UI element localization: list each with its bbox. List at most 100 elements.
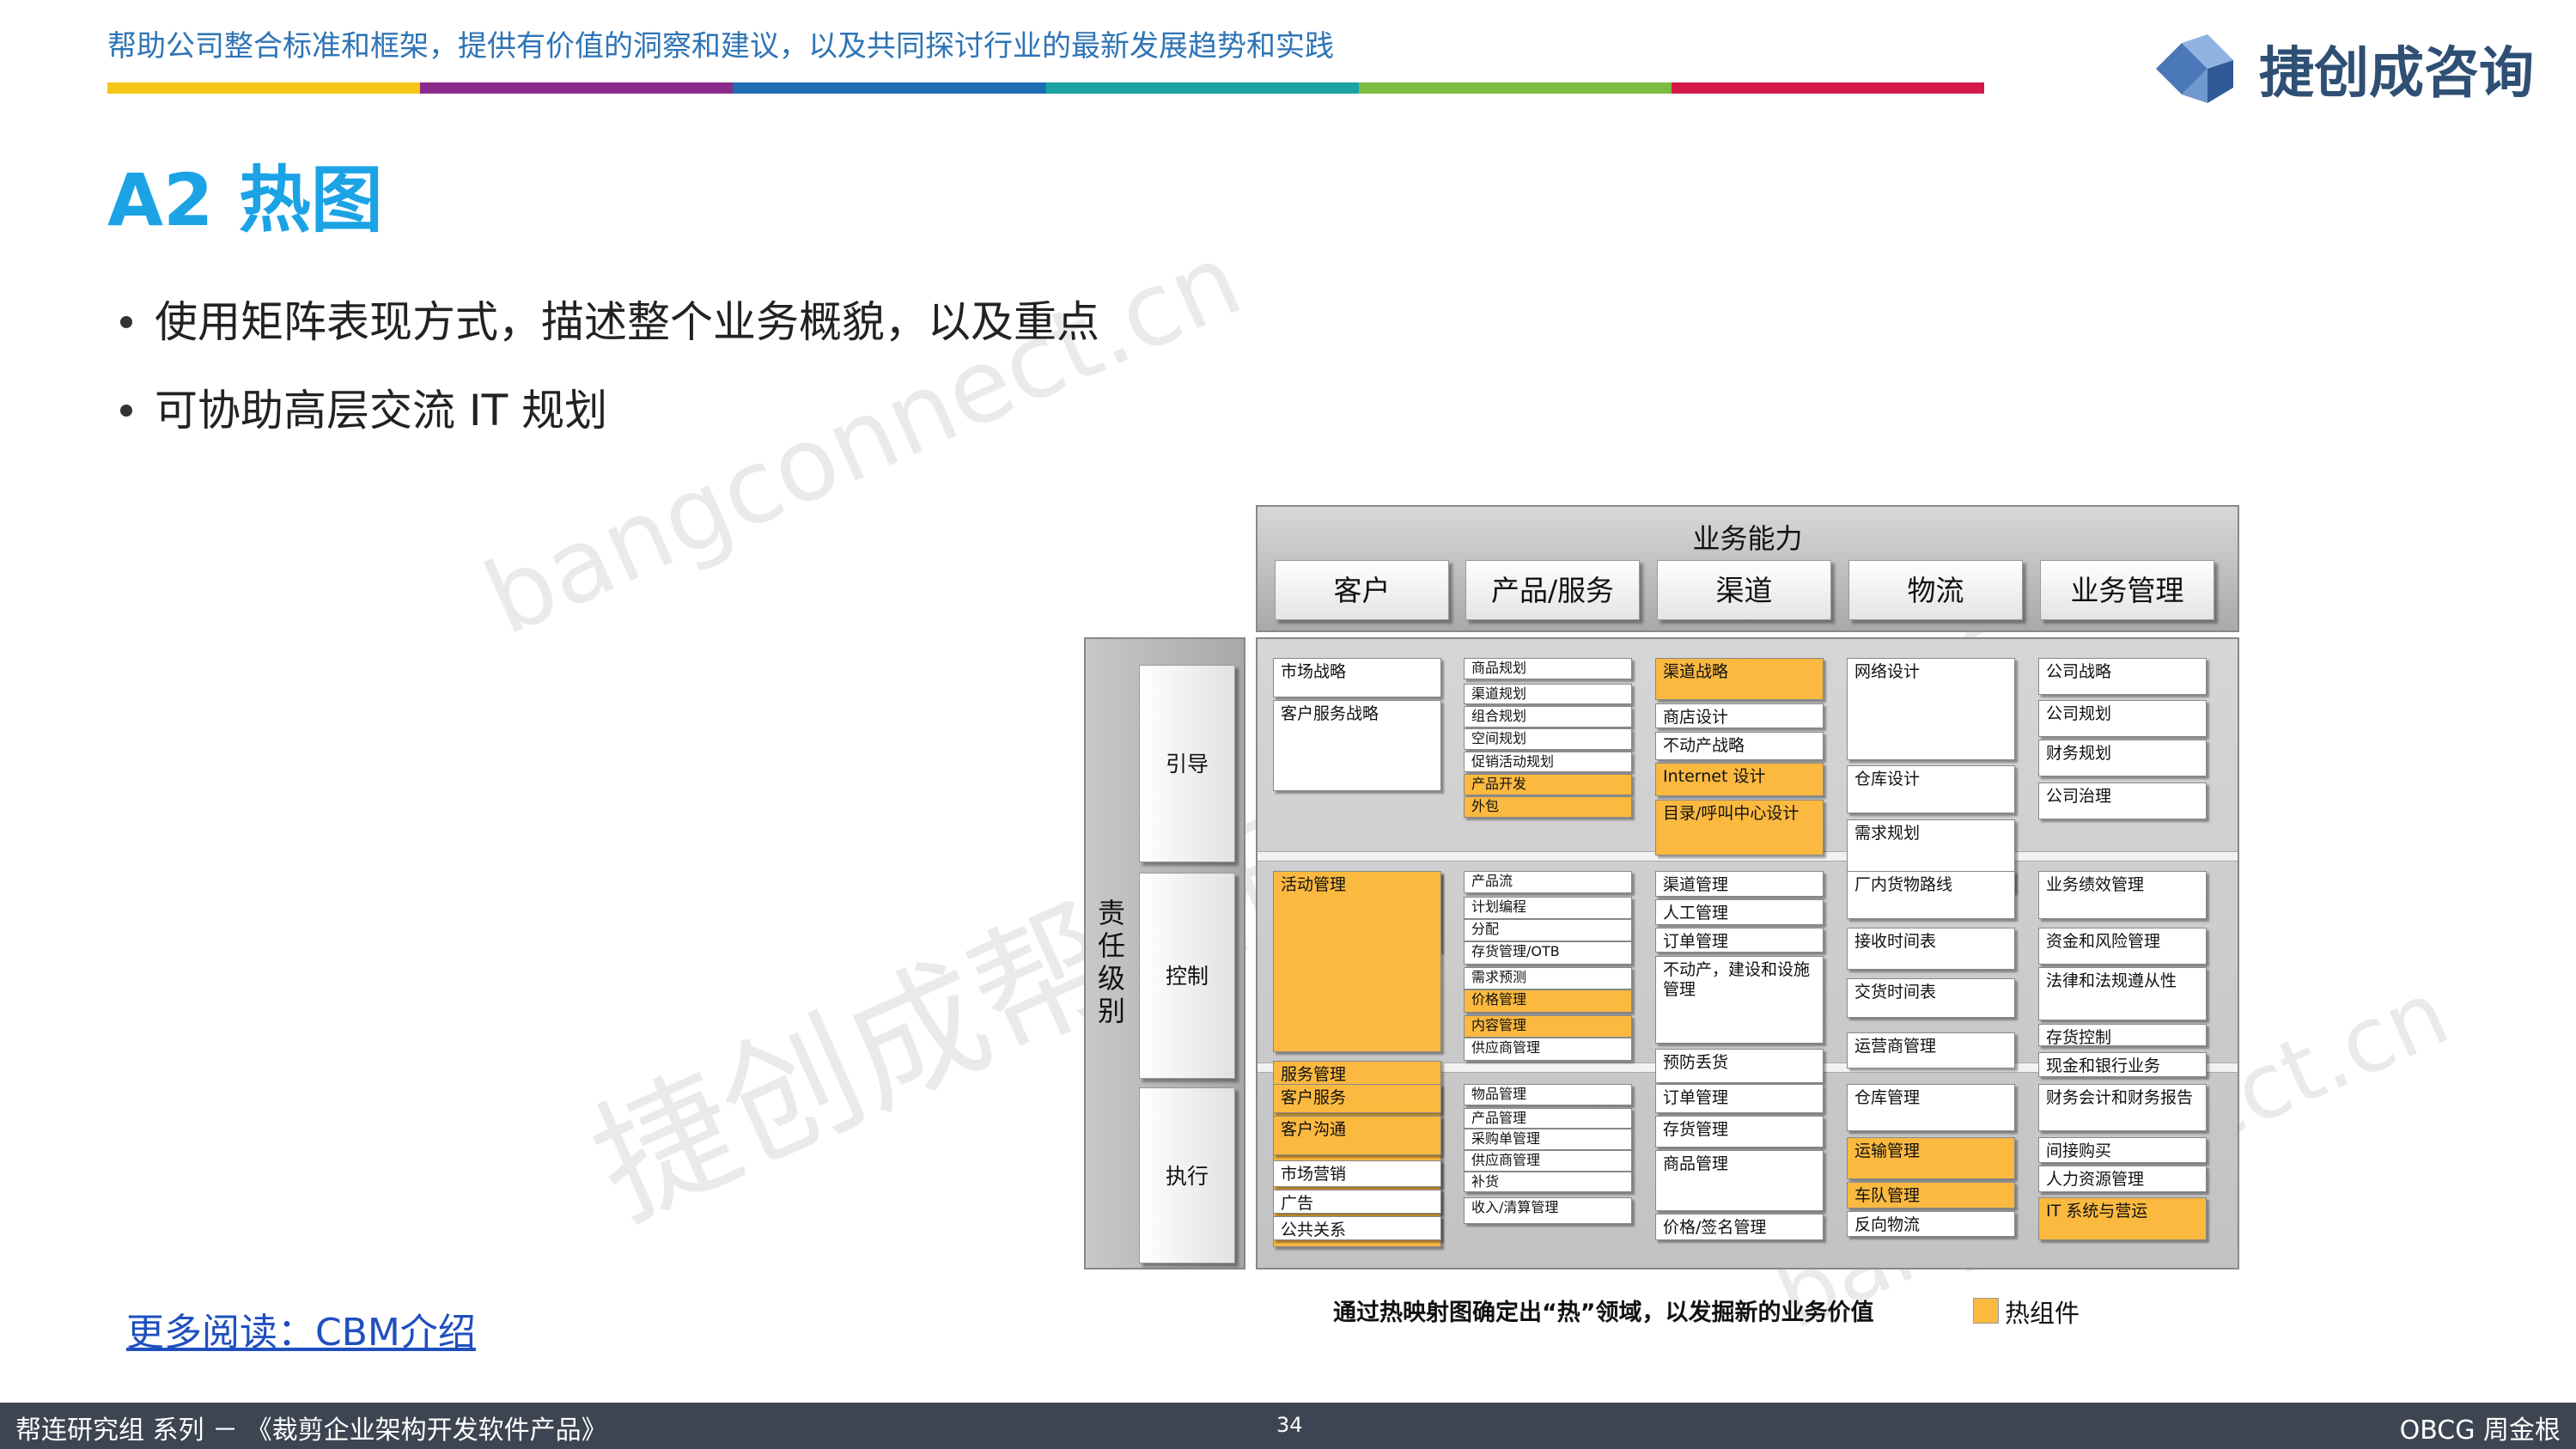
color-bar-segment [733,82,1046,94]
heatmap-cell-control-product: 计划编程 [1464,896,1632,919]
company-logo: 捷创成咨询 [2147,27,2534,110]
heatmap-cell-control-channel: 渠道管理 [1655,871,1824,897]
header-color-bar [107,82,1985,94]
bullet-dot-icon [120,404,132,417]
heatmap-cell-execute-product: 采购单管理 [1464,1129,1632,1150]
heatmap-cell-execute-product: 物品管理 [1464,1084,1632,1105]
heatmap-cell-control-channel: 预防丢货 [1655,1049,1824,1083]
heatmap-cell-control-channel: 不动产，建设和设施管理 [1655,955,1824,1044]
heatmap-cell-control-product: 存货管理/OTB [1464,941,1632,965]
heatmap-cell-guide-product: 产品开发 [1464,773,1632,795]
heatmap-figure: 业务能力 客户 产品/服务 渠道 物流 业务管理 责任级别 引导 控制 执行 市… [1084,505,2239,1347]
heatmap-cell-guide-channel: 目录/呼叫中心设计 [1655,799,1824,856]
heatmap-cell-control-product: 价格管理 [1464,989,1632,1013]
bullet-text: 使用矩阵表现方式，描述整个业务概貌，以及重点 [155,297,1099,347]
heatmap-cell-guide-management: 公司治理 [2038,782,2207,819]
heatmap-cell-guide-customer: 市场战略 [1273,658,1441,698]
heatmap-cell-guide-channel: Internet 设计 [1655,762,1824,797]
heatmap-cell-execute-customer: 公共关系 [1273,1215,1441,1240]
heatmap-cell-control-logistics: 厂内货物路线 [1847,871,2015,919]
bullet-item: 使用矩阵表现方式，描述整个业务概貌，以及重点 [120,288,1099,350]
heatmap-cell-guide-product: 空间规划 [1464,728,1632,750]
heatmap-caption: 通过热映射图确定出“热”领域，以发掘新的业务价值 [1333,1300,1874,1326]
heatmap-cell-execute-customer: 客户服务 [1273,1084,1441,1113]
heatmap-cell-execute-logistics: 运输管理 [1847,1136,2015,1179]
heatmap-cell-guide-management: 财务规划 [2038,740,2207,777]
color-bar-segment [420,82,734,94]
heatmap-cell-execute-management: 间接购买 [2038,1136,2207,1164]
heatmap-cell-execute-management: 人力资源管理 [2038,1166,2207,1193]
responsibility-title: 责任级别 [1097,897,1125,1027]
level-execute: 执行 [1139,1087,1235,1263]
heatmap-cell-guide-product: 促销活动规划 [1464,751,1632,773]
responsibility-panel: 责任级别 引导 控制 执行 [1084,637,1245,1269]
capability-header: 业务能力 客户 产品/服务 渠道 物流 业务管理 [1256,505,2239,632]
heatmap-grid: 市场战略客户服务战略营销战略商品规划渠道规划组合规划空间规划促销活动规划产品开发… [1258,639,2238,1268]
heatmap-cell-control-customer: 活动管理 [1273,871,1441,1052]
heatmap-cell-control-management: 现金和银行业务 [2038,1051,2207,1078]
heatmap-cell-control-product: 分配 [1464,918,1632,942]
heatmap-cell-control-management: 存货控制 [2038,1023,2207,1047]
level-control: 控制 [1139,873,1235,1079]
color-bar-segment [107,82,421,94]
capability-product: 产品/服务 [1465,560,1640,620]
heatmap-cell-guide-product: 商品规划 [1464,658,1632,679]
header-tagline: 帮助公司整合标准和框架，提供有价值的洞察和建议，以及共同探讨行业的最新发展趋势和… [107,29,1334,64]
heatmap-cell-guide-customer: 客户服务战略 [1273,700,1441,791]
heatmap-cell-control-logistics: 运营商管理 [1847,1032,2015,1069]
heatmap-cell-guide-channel: 渠道战略 [1655,658,1824,701]
heatmap-cell-execute-product: 供应商管理 [1464,1149,1632,1172]
heatmap-cell-control-management: 业务绩效管理 [2038,871,2207,919]
capability-logistics: 物流 [1848,560,2023,620]
footer-bar: 帮连研究组 系列 － 《裁剪企业架构开发软件产品》 34 OBCG 周金根 [0,1403,2576,1449]
slide-title: A2 热图 [107,158,383,242]
heatmap-cell-execute-customer: 广告 [1273,1190,1441,1214]
footer-series: 帮连研究组 系列 － 《裁剪企业架构开发软件产品》 [15,1416,607,1446]
heatmap-cell-execute-customer: 客户沟通 [1273,1115,1441,1156]
heatmap-cell-guide-logistics: 仓库设计 [1847,765,2015,814]
heatmap-cell-control-product: 内容管理 [1464,1014,1632,1038]
color-bar-segment [1358,82,1672,94]
bullet-dot-icon [120,315,132,328]
heatmap-cell-guide-management: 公司战略 [2038,658,2207,695]
heatmap-cell-control-product: 产品流 [1464,871,1632,894]
capability-customer: 客户 [1275,560,1449,620]
bullet-item: 可协助高层交流 IT 规划 [120,376,607,438]
color-bar-segment [1671,82,1985,94]
bullet-text: 可协助高层交流 IT 规划 [155,386,608,435]
heatmap-cell-guide-management: 公司规划 [2038,700,2207,738]
heatmap-cell-guide-channel: 商店设计 [1655,703,1824,729]
heatmap-cell-execute-logistics: 仓库管理 [1847,1084,2015,1132]
heatmap-cell-execute-customer: 市场营销 [1273,1160,1441,1187]
heatmap-cell-execute-logistics: 反向物流 [1847,1210,2015,1238]
heatmap-cell-execute-management: 财务会计和财务报告 [2038,1084,2207,1132]
capability-management: 业务管理 [2040,560,2214,620]
heatmap-cell-control-management: 法律和法规遵从性 [2038,966,2207,1021]
heatmap-cell-execute-channel: 商品管理 [1655,1149,1824,1211]
heatmap-cell-control-logistics: 交货时间表 [1847,978,2015,1019]
level-guide: 引导 [1139,665,1235,862]
heatmap-cell-control-channel: 人工管理 [1655,898,1824,925]
heatmap-cell-execute-product: 补货 [1464,1171,1632,1193]
logo-text: 捷创成咨询 [2259,42,2534,106]
heatmap-cell-execute-channel: 订单管理 [1655,1084,1824,1113]
legend-swatch [1973,1298,1999,1324]
heatmap-cell-control-logistics: 接收时间表 [1847,927,2015,971]
footer-author: OBCG 周金根 [2399,1416,2561,1446]
heatmap-cell-guide-logistics: 网络设计 [1847,658,2015,760]
heatmap-cell-guide-product: 渠道规划 [1464,683,1632,705]
cube-logo-icon [2156,34,2233,103]
heatmap-cell-control-product: 供应商管理 [1464,1038,1632,1061]
capability-channel: 渠道 [1657,560,1831,620]
heatmap-cell-control-management: 资金和风险管理 [2038,927,2207,965]
heatmap-body: 市场战略客户服务战略营销战略商品规划渠道规划组合规划空间规划促销活动规划产品开发… [1256,637,2239,1269]
legend-label: 热组件 [2005,1299,2080,1328]
heatmap-cell-execute-product: 产品管理 [1464,1107,1632,1129]
heatmap-cell-execute-logistics: 车队管理 [1847,1181,2015,1209]
more-reading-link[interactable]: 更多阅读：CBM介绍 [126,1301,476,1356]
heatmap-cell-guide-product: 组合规划 [1464,705,1632,728]
heatmap-cell-execute-channel: 价格/签名管理 [1655,1213,1824,1240]
capability-title: 业务能力 [1692,522,1803,555]
heatmap-cell-guide-channel: 不动产战略 [1655,731,1824,760]
heatmap-cell-execute-management: IT 系统与营运 [2038,1197,2207,1240]
